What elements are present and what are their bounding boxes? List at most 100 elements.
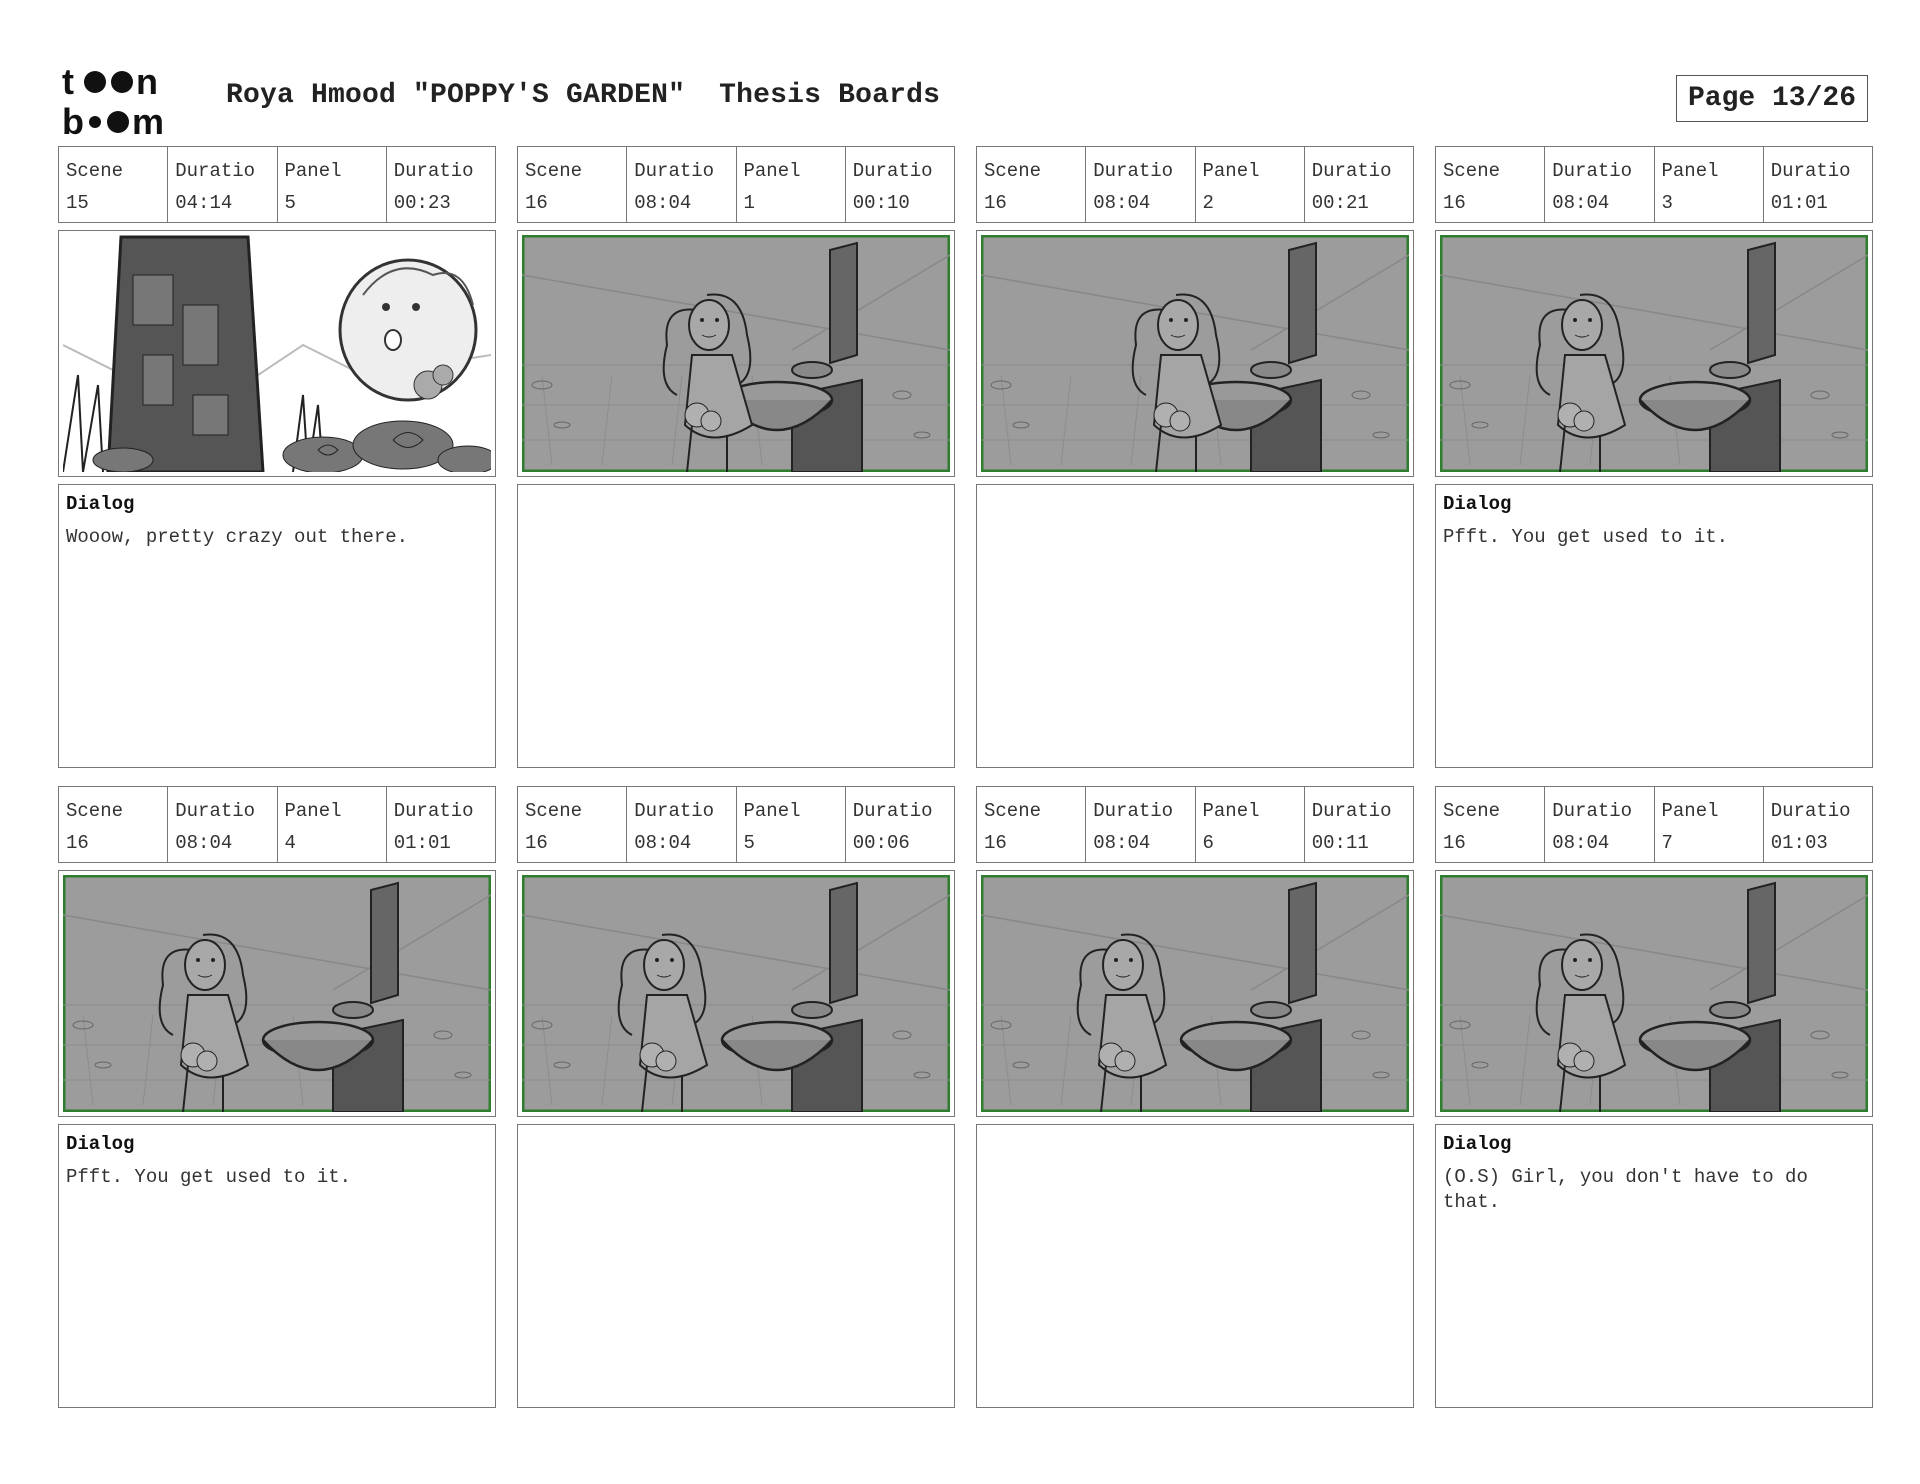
scene-duration-label: Duratio xyxy=(175,800,256,822)
document-title: Roya Hmood "POPPY'S GARDEN" Thesis Board… xyxy=(226,80,941,111)
panel-duration-value: 01:01 xyxy=(393,832,451,854)
panel-duration-cell: Duratio 00:11 xyxy=(1305,787,1413,862)
scene-duration-value: 08:04 xyxy=(634,192,692,214)
panel-info-row: Scene 15 Duratio 04:14 Panel 5 Duratio 0… xyxy=(58,146,496,223)
panel-image-frame xyxy=(976,230,1414,477)
panel-duration-label: Duratio xyxy=(852,160,933,182)
scene-value: 16 xyxy=(1443,192,1466,214)
scene-cell: Scene 16 xyxy=(1436,147,1546,222)
panel-duration-cell: Duratio 01:03 xyxy=(1764,787,1872,862)
scene-label: Scene xyxy=(66,800,124,822)
scene-label: Scene xyxy=(1443,160,1501,182)
panel-image-frame xyxy=(1435,870,1873,1117)
dialog-box: Dialog Wooow, pretty crazy out there. xyxy=(58,484,496,768)
panel-duration-value: 00:21 xyxy=(1311,192,1369,214)
panel-info-row: Scene 16 Duratio 08:04 Panel 5 Duratio 0… xyxy=(517,786,955,863)
scene-value: 15 xyxy=(66,192,89,214)
panel-cell: Panel 4 xyxy=(278,787,387,862)
dialog-label: Dialog xyxy=(66,1133,135,1155)
panel-duration-cell: Duratio 00:23 xyxy=(387,147,495,222)
panel-info-row: Scene 16 Duratio 08:04 Panel 7 Duratio 0… xyxy=(1435,786,1873,863)
panel-label: Panel xyxy=(1202,160,1260,182)
panel-duration-cell: Duratio 00:10 xyxy=(846,147,954,222)
scene-duration-value: 08:04 xyxy=(175,832,233,854)
panel-value: 5 xyxy=(284,192,296,214)
panel-cell: Panel 1 xyxy=(737,147,846,222)
panel-cell: Panel 5 xyxy=(737,787,846,862)
scene-duration-cell: Duratio 08:04 xyxy=(1545,787,1655,862)
panel-duration-label: Duratio xyxy=(393,800,474,822)
panel-duration-label: Duratio xyxy=(1770,800,1851,822)
storyboard-sketch xyxy=(1440,875,1868,1112)
scene-duration-cell: Duratio 08:04 xyxy=(1086,787,1196,862)
panel-cell: Panel 7 xyxy=(1655,787,1764,862)
panel-duration-cell: Duratio 01:01 xyxy=(1764,147,1872,222)
dialog-text: (O.S) Girl, you don't have to do that. xyxy=(1443,1166,1820,1213)
panel-duration-value: 00:10 xyxy=(852,192,910,214)
panel-info-row: Scene 16 Duratio 08:04 Panel 2 Duratio 0… xyxy=(976,146,1414,223)
panel-label: Panel xyxy=(1202,800,1260,822)
scene-duration-cell: Duratio 04:14 xyxy=(168,147,278,222)
panel-duration-value: 01:03 xyxy=(1770,832,1828,854)
scene-cell: Scene 16 xyxy=(518,787,628,862)
storyboard-sketch xyxy=(981,875,1409,1112)
scene-label: Scene xyxy=(984,800,1042,822)
scene-duration-value: 08:04 xyxy=(1552,832,1610,854)
panel-duration-label: Duratio xyxy=(1770,160,1851,182)
panel-cell: Panel 6 xyxy=(1196,787,1305,862)
panel-label: Panel xyxy=(284,160,342,182)
panel-duration-value: 01:01 xyxy=(1770,192,1828,214)
scene-duration-cell: Duratio 08:04 xyxy=(627,787,737,862)
panel-info-row: Scene 16 Duratio 08:04 Panel 4 Duratio 0… xyxy=(58,786,496,863)
dialog-box: Dialog Pfft. You get used to it. xyxy=(58,1124,496,1408)
scene-duration-cell: Duratio 08:04 xyxy=(1545,147,1655,222)
panel-duration-label: Duratio xyxy=(852,800,933,822)
dialog-box xyxy=(976,1124,1414,1408)
panel-duration-label: Duratio xyxy=(1311,800,1392,822)
svg-text:b: b xyxy=(62,101,84,138)
panel-value: 7 xyxy=(1661,832,1673,854)
scene-duration-label: Duratio xyxy=(634,800,715,822)
panel-label: Panel xyxy=(743,160,801,182)
panel-duration-value: 00:23 xyxy=(393,192,451,214)
panel-cell: Panel 5 xyxy=(278,147,387,222)
dialog-box xyxy=(517,1124,955,1408)
scene-duration-cell: Duratio 08:04 xyxy=(1086,147,1196,222)
scene-value: 16 xyxy=(66,832,89,854)
scene-cell: Scene 16 xyxy=(518,147,628,222)
scene-duration-label: Duratio xyxy=(1093,160,1174,182)
scene-duration-value: 08:04 xyxy=(1552,192,1610,214)
scene-duration-label: Duratio xyxy=(634,160,715,182)
storyboard-sketch xyxy=(63,875,491,1112)
panel-info-row: Scene 16 Duratio 08:04 Panel 6 Duratio 0… xyxy=(976,786,1414,863)
panel-duration-value: 00:11 xyxy=(1311,832,1369,854)
panel-info-row: Scene 16 Duratio 08:04 Panel 3 Duratio 0… xyxy=(1435,146,1873,223)
scene-duration-value: 04:14 xyxy=(175,192,233,214)
panel-value: 6 xyxy=(1202,832,1214,854)
scene-duration-cell: Duratio 08:04 xyxy=(168,787,278,862)
storyboard-sketch xyxy=(522,235,950,472)
panel-duration-value: 00:06 xyxy=(852,832,910,854)
panel-value: 1 xyxy=(743,192,755,214)
toon-boom-logo: t n b m xyxy=(62,64,164,138)
dialog-label: Dialog xyxy=(1443,1133,1512,1155)
panel-value: 2 xyxy=(1202,192,1214,214)
panel-image-frame xyxy=(58,230,496,477)
scene-duration-cell: Duratio 08:04 xyxy=(627,147,737,222)
scene-value: 16 xyxy=(984,832,1007,854)
panel-duration-cell: Duratio 00:21 xyxy=(1305,147,1413,222)
panel-value: 4 xyxy=(284,832,296,854)
scene-label: Scene xyxy=(525,160,583,182)
scene-label: Scene xyxy=(984,160,1042,182)
storyboard-sketch xyxy=(1440,235,1868,472)
panel-label: Panel xyxy=(1661,160,1719,182)
panel-duration-cell: Duratio 01:01 xyxy=(387,787,495,862)
page-number: Page 13/26 xyxy=(1676,75,1868,122)
dialog-text: Pfft. You get used to it. xyxy=(66,1166,352,1188)
panel-image-frame xyxy=(1435,230,1873,477)
scene-value: 16 xyxy=(525,192,548,214)
scene-label: Scene xyxy=(1443,800,1501,822)
panel-label: Panel xyxy=(1661,800,1719,822)
panel-value: 3 xyxy=(1661,192,1673,214)
scene-cell: Scene 16 xyxy=(59,787,169,862)
